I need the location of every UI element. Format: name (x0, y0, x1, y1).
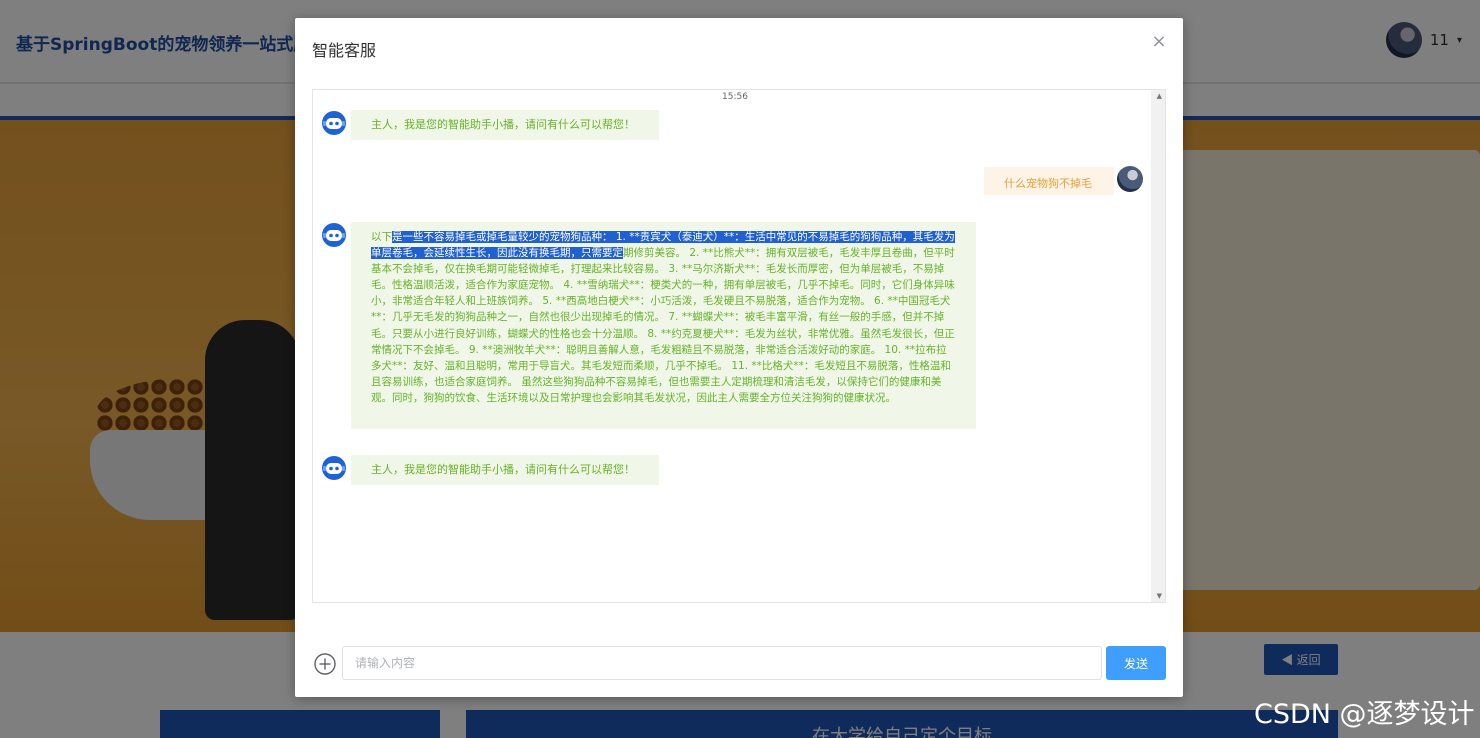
scrollbar[interactable]: ▲ ▼ (1151, 90, 1165, 602)
scroll-down-icon[interactable]: ▼ (1157, 592, 1162, 600)
bot-message: 以下是一些不容易掉毛或掉毛量较少的宠物狗品种： 1. **贵宾犬（泰迪犬）**：… (351, 222, 976, 429)
chat-dialog: 智能客服 × 15:56 主人，我是您的智能助手小播，请问有什么可以帮您！ 什么… (295, 18, 1183, 697)
message-text: 期修剪美容。 2. **比熊犬**：拥有双层被毛，毛发丰厚且卷曲，但平时基本不会… (371, 247, 955, 404)
user-message: 什么宠物狗不掉毛 (984, 167, 1114, 195)
user-avatar (1117, 166, 1143, 192)
chat-history[interactable]: 15:56 主人，我是您的智能助手小播，请问有什么可以帮您！ 什么宠物狗不掉毛 … (312, 89, 1166, 603)
scroll-up-icon[interactable]: ▲ (1157, 92, 1162, 100)
robot-icon (322, 456, 346, 480)
send-button[interactable]: 发送 (1106, 646, 1166, 680)
message-input[interactable] (342, 646, 1102, 680)
chat-input-row: 发送 (312, 645, 1166, 681)
bot-message: 主人，我是您的智能助手小播，请问有什么可以帮您！ (351, 110, 659, 140)
message-timestamp: 15:56 (722, 92, 748, 102)
robot-icon (322, 111, 346, 135)
robot-icon (322, 223, 346, 247)
close-icon[interactable]: × (1149, 32, 1169, 52)
dialog-title: 智能客服 (312, 41, 377, 60)
plus-circle-icon[interactable] (314, 653, 336, 675)
message-text: 以下 (371, 231, 392, 243)
bot-message: 主人，我是您的智能助手小播，请问有什么可以帮您！ (351, 455, 659, 485)
watermark: CSDN @逐梦设计 (1254, 699, 1475, 730)
